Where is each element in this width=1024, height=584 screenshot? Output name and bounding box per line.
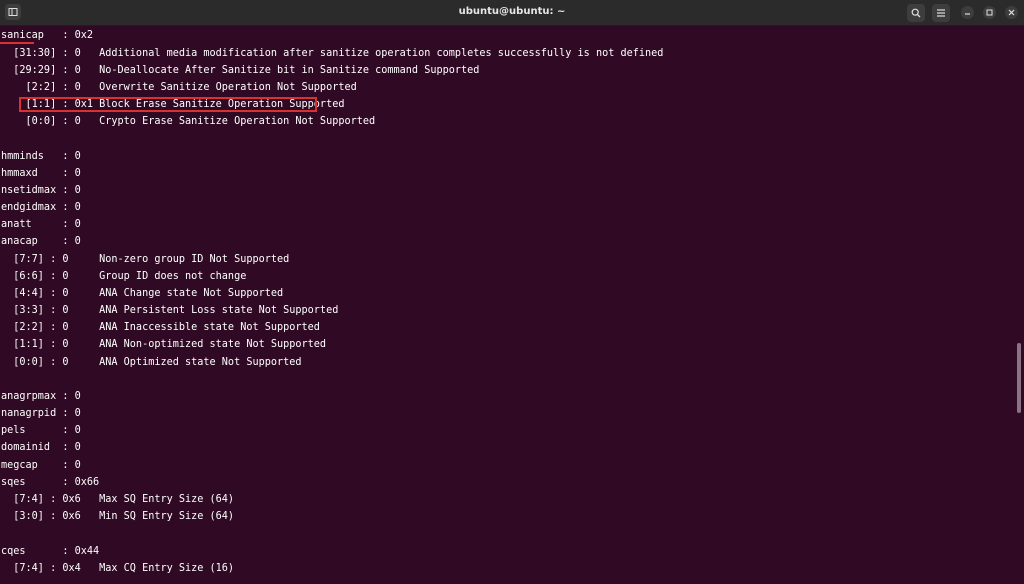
close-icon [1008, 9, 1015, 16]
output-line: [7:4] : 0x6 Max SQ Entry Size (64) [1, 494, 235, 505]
sanicap-underline-annotation [0, 42, 34, 44]
restore-icon [986, 9, 993, 16]
scrollbar-thumb[interactable] [1017, 343, 1021, 413]
window-title: ubuntu@ubuntu: ~ [458, 6, 566, 17]
output-line: nsetidmax : 0 [1, 185, 81, 196]
output-line: [3:0] : 0x6 Min SQ Entry Size (64) [1, 511, 235, 522]
output-line: anatt : 0 [1, 219, 81, 230]
close-button[interactable] [1005, 6, 1018, 19]
output-line: hmminds : 0 [1, 151, 81, 162]
menu-button[interactable] [932, 4, 950, 22]
output-line: [4:4] : 0 ANA Change state Not Supported [1, 288, 284, 299]
output-line: [0:0] : 0 Crypto Erase Sanitize Operatio… [1, 116, 376, 127]
output-line: anacap : 0 [1, 236, 81, 247]
search-icon [911, 8, 921, 18]
minimize-button[interactable] [961, 6, 974, 19]
search-button[interactable] [907, 4, 925, 22]
minimize-icon [965, 13, 970, 15]
output-line: [1:1] : 0 ANA Non-optimized state Not Su… [1, 339, 327, 350]
output-line: [0:0] : 0 ANA Optimized state Not Suppor… [1, 357, 302, 368]
output-line: megcap : 0 [1, 460, 81, 471]
output-line: [3:3] : 0 ANA Persistent Loss state Not … [1, 305, 339, 316]
output-line: [7:4] : 0x4 Max CQ Entry Size (16) [1, 563, 235, 574]
output-line: cqes : 0x44 [1, 546, 100, 557]
terminal-output[interactable]: sanicap : 0x2 [31:30] : 0 Additional med… [0, 25, 1014, 584]
output-line: hmmaxd : 0 [1, 168, 81, 179]
output-line: anagrpmax : 0 [1, 391, 81, 402]
output-line: [6:6] : 0 Group ID does not change [1, 271, 247, 282]
output-line: [29:29] : 0 No-Deallocate After Sanitize… [1, 65, 480, 76]
output-line: [2:2] : 0 ANA Inaccessible state Not Sup… [1, 322, 320, 333]
output-line: nanagrpid : 0 [1, 408, 81, 419]
block-erase-highlight-box [19, 97, 317, 112]
output-line: [31:30] : 0 Additional media modificatio… [1, 48, 664, 59]
output-line: endgidmax : 0 [1, 202, 81, 213]
output-line: pels : 0 [1, 425, 81, 436]
output-line: [7:7] : 0 Non-zero group ID Not Supporte… [1, 254, 290, 265]
title-bar: ubuntu@ubuntu: ~ [0, 0, 1024, 26]
hamburger-menu-icon [937, 9, 945, 17]
output-line: domainid : 0 [1, 442, 81, 453]
output-line: sqes : 0x66 [1, 477, 100, 488]
output-line: [2:2] : 0 Overwrite Sanitize Operation N… [1, 82, 357, 93]
restore-button[interactable] [983, 6, 996, 19]
